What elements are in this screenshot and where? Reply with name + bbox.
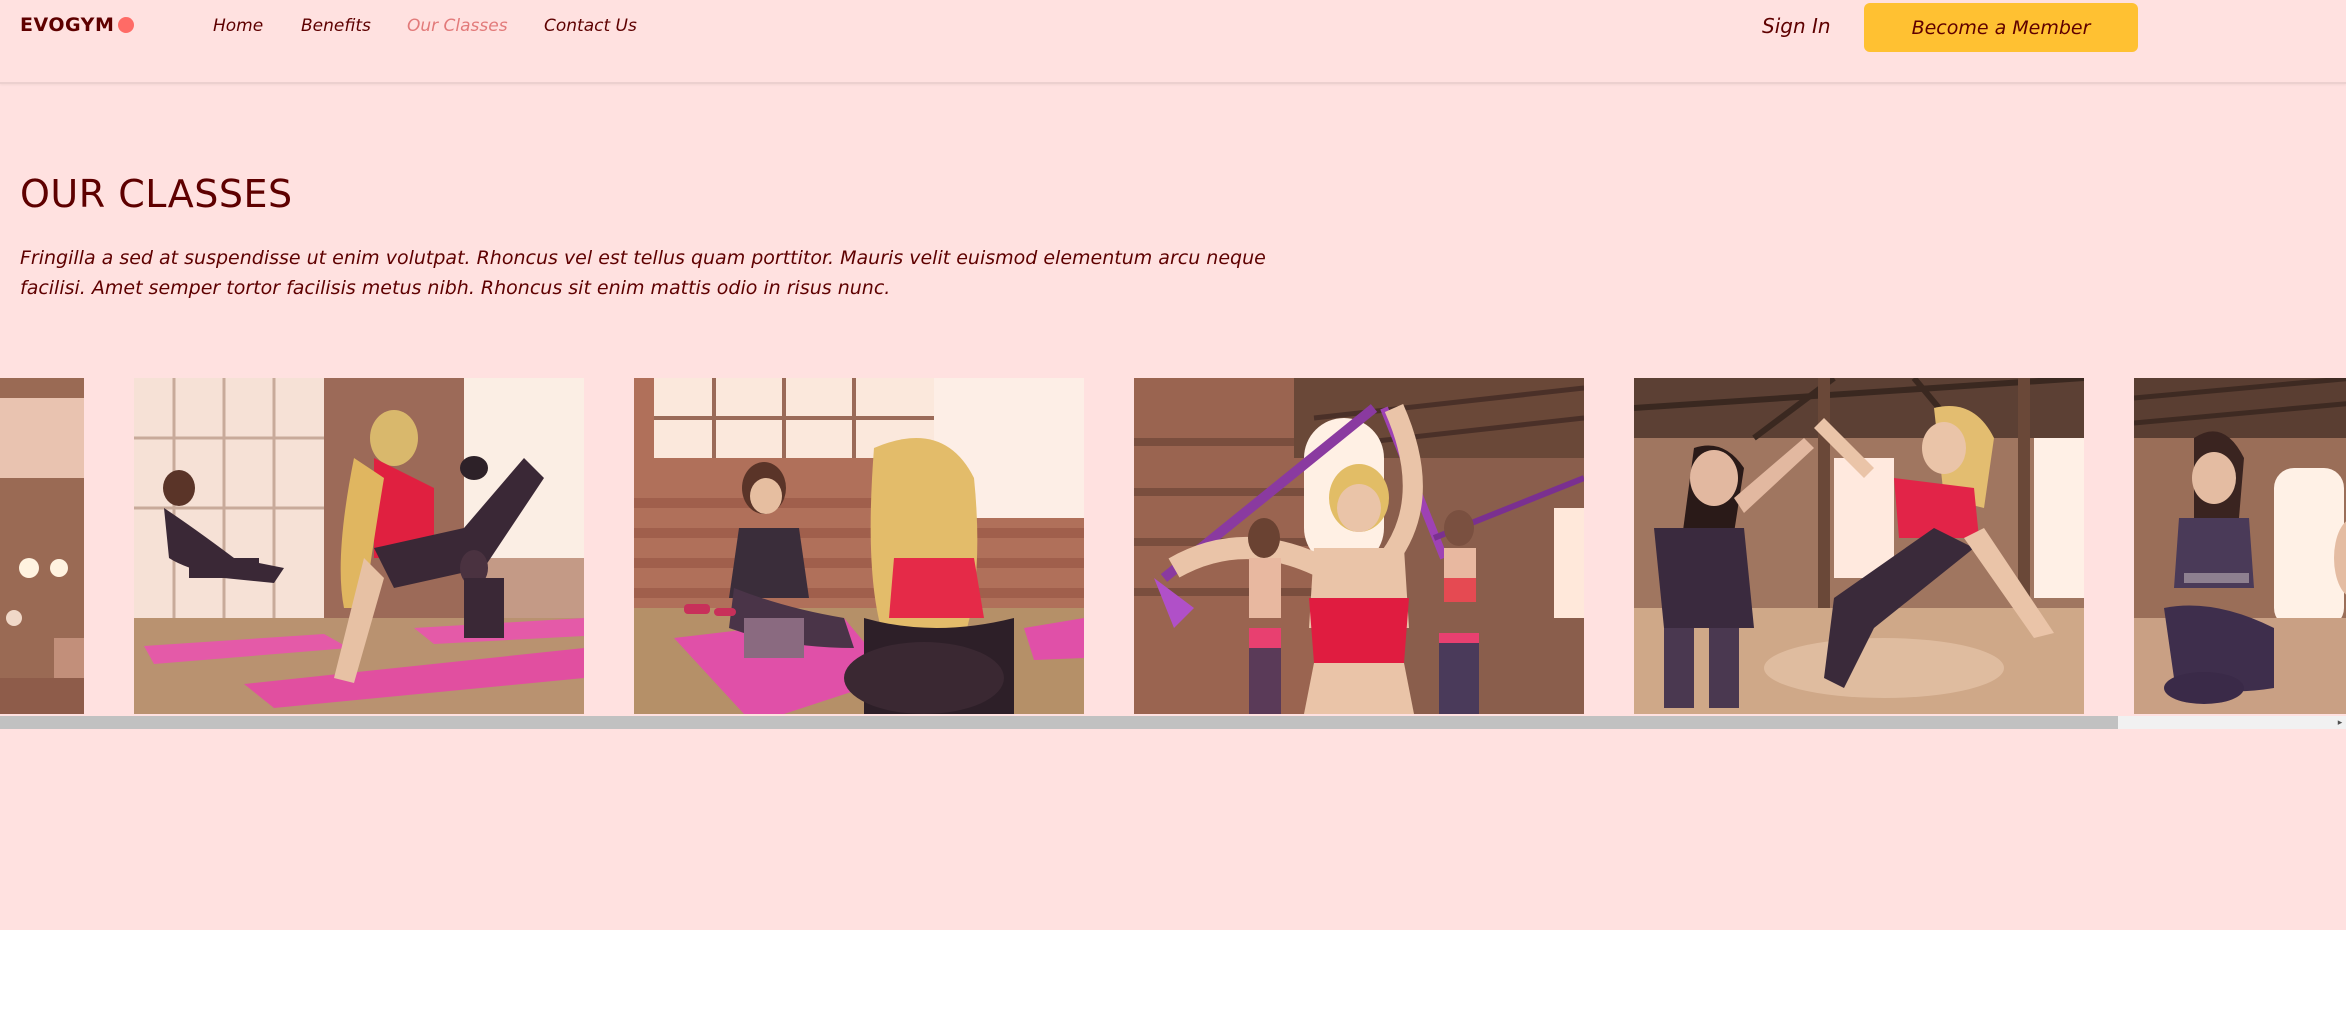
nav-link-home[interactable]: Home xyxy=(213,16,263,36)
class-card-image[interactable] xyxy=(0,378,84,714)
scroll-right-arrow-icon[interactable]: ▸ xyxy=(2334,717,2346,729)
class-photo-high-five xyxy=(1634,378,2084,714)
class-photo-kickbacks xyxy=(134,378,584,714)
navbar: EVOGYM Home Benefits Our Classes Contact… xyxy=(0,0,2346,84)
section-title: OUR CLASSES xyxy=(20,172,293,216)
logo[interactable]: EVOGYM xyxy=(20,14,135,36)
carousel-scrollbar-thumb[interactable] xyxy=(0,716,2118,729)
class-photo-resistance-bands xyxy=(1134,378,1584,714)
classes-carousel[interactable] xyxy=(0,378,2346,714)
class-card-image[interactable] xyxy=(2134,378,2346,714)
nav-link-benefits[interactable]: Benefits xyxy=(301,16,371,36)
nav-link-contact-us[interactable]: Contact Us xyxy=(544,16,637,36)
become-member-button[interactable]: Become a Member xyxy=(1864,3,2138,52)
section-description: Fringilla a sed at suspendisse ut enim v… xyxy=(20,247,1266,299)
class-card-image[interactable] xyxy=(1134,378,1584,714)
class-card-image[interactable] xyxy=(134,378,584,714)
class-card-image[interactable] xyxy=(1634,378,2084,714)
logo-text: EVOGYM xyxy=(20,14,115,36)
class-photo-partial-right xyxy=(2134,378,2346,714)
class-card-image[interactable] xyxy=(634,378,1084,714)
logo-dot-icon xyxy=(118,17,135,33)
nav-link-our-classes[interactable]: Our Classes xyxy=(407,16,508,36)
class-photo-sitting-conversation xyxy=(634,378,1084,714)
class-photo-partial-left xyxy=(0,378,84,714)
page: EVOGYM Home Benefits Our Classes Contact… xyxy=(0,0,2346,1028)
sign-in-link[interactable]: Sign In xyxy=(1762,14,1831,38)
